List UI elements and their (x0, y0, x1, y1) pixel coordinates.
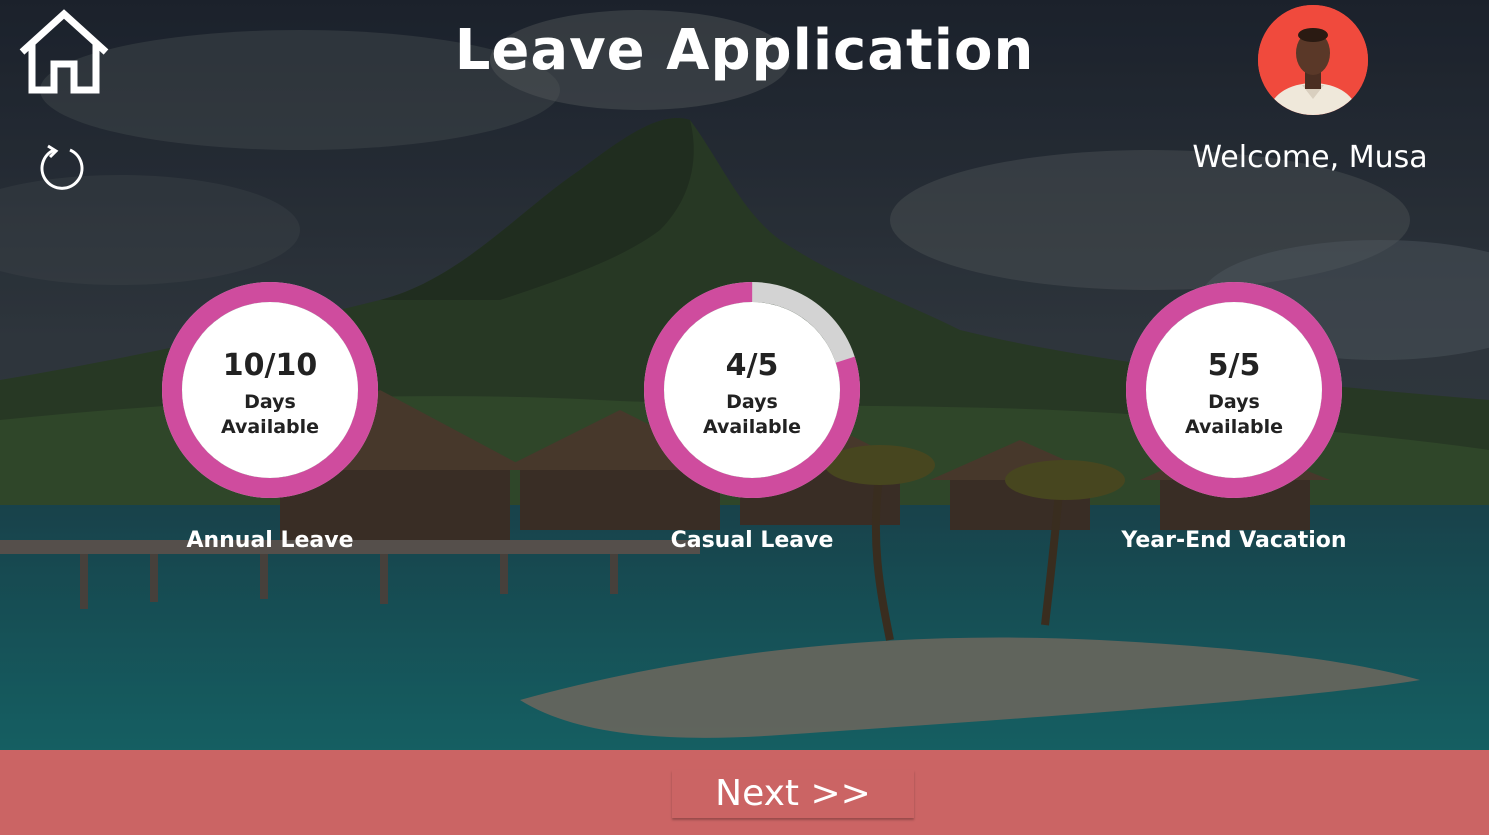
year-end-vacation-unit: Days Available (1184, 391, 1284, 438)
year-end-vacation-gauge: 5/5 Days Available (1126, 282, 1342, 498)
casual-leave-label: Casual Leave (670, 528, 834, 553)
annual-leave-gauge: 10/10 Days Available (162, 282, 378, 498)
year-end-vacation-label: Year-End Vacation (1121, 528, 1347, 553)
year-end-vacation-value: 5/5 (1207, 348, 1261, 383)
annual-leave-unit: Days Available (220, 391, 320, 438)
leave-application-screen: Leave Application Welcome, Musa 10/10 Da… (0, 0, 1489, 835)
casual-leave-value: 4/5 (725, 348, 779, 383)
refresh-icon (40, 144, 84, 190)
user-avatar (1258, 5, 1368, 115)
annual-leave-value: 10/10 (222, 348, 318, 383)
footer-bar: Next >> (0, 750, 1489, 835)
welcome-message: Welcome, Musa (1192, 140, 1428, 175)
casual-leave-unit: Days Available (702, 391, 802, 438)
casual-leave-gauge: 4/5 Days Available (644, 282, 860, 498)
user-photo (1258, 5, 1368, 115)
refresh-button[interactable] (36, 142, 86, 192)
annual-leave-label: Annual Leave (186, 528, 354, 553)
next-button[interactable]: Next >> (672, 770, 914, 818)
